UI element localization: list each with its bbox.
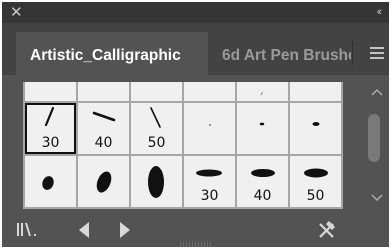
brush-stroke-preview — [259, 122, 265, 126]
tab-label: Artistic_Calligraphic — [30, 47, 181, 64]
previous-library-icon[interactable] — [77, 221, 91, 239]
brush-swatch-30-selected[interactable]: 30 — [25, 103, 76, 154]
brush-swatch[interactable] — [131, 156, 182, 207]
resize-grip[interactable] — [180, 242, 212, 247]
brush-swatch[interactable] — [290, 103, 341, 154]
brush-swatch[interactable] — [131, 82, 182, 101]
tab-strip: Artistic_Calligraphic 6d Art Pen Brushes — [2, 23, 389, 75]
brush-stroke-preview — [209, 124, 211, 126]
panel-title-bar: ✕ ‹‹ — [2, 2, 389, 23]
remove-brush-stroke-icon[interactable] — [317, 220, 337, 240]
brush-size-label: 50 — [306, 188, 325, 204]
brush-swatch[interactable] — [184, 82, 235, 101]
tab-label: 6d Art Pen Brushes — [222, 47, 351, 64]
brush-libraries-menu-icon[interactable] — [16, 221, 42, 239]
brush-swatch-30[interactable]: 30 — [184, 156, 235, 207]
brush-stroke-preview — [42, 176, 54, 190]
brush-stroke-preview — [96, 171, 112, 193]
tab-6d-art-pen-brushes[interactable]: 6d Art Pen Brushes — [208, 32, 351, 75]
brush-size-label: 50 — [147, 135, 166, 151]
brush-size-label: 40 — [94, 135, 113, 151]
brush-swatch-40[interactable]: 40 — [237, 156, 288, 207]
brush-stroke-preview — [312, 122, 320, 126]
scrollbar-thumb[interactable] — [368, 114, 380, 162]
scroll-down-icon[interactable] — [369, 192, 385, 204]
collapse-panel-icon[interactable]: ‹‹ — [377, 6, 383, 18]
brush-swatch[interactable] — [237, 82, 288, 101]
brush-swatch[interactable] — [290, 82, 341, 101]
brush-swatch[interactable] — [25, 82, 76, 101]
panel-menu-icon[interactable] — [370, 47, 384, 59]
brush-size-label: 40 — [253, 188, 272, 204]
brush-swatch-50[interactable]: 50 — [290, 156, 341, 207]
brush-size-label: 30 — [200, 188, 219, 204]
brush-swatch[interactable] — [78, 82, 129, 101]
brush-stroke-preview — [260, 91, 263, 96]
brush-swatch[interactable] — [78, 156, 129, 207]
brush-size-label: 30 — [41, 135, 60, 151]
brush-stroke-preview — [148, 166, 164, 198]
brush-grid-viewport: 30 40 50 30 40 50 — [23, 82, 359, 210]
brushes-panel: ✕ ‹‹ Artistic_Calligraphic 6d Art Pen Br… — [2, 2, 389, 247]
close-icon[interactable]: ✕ — [10, 4, 23, 21]
brush-swatch-40[interactable]: 40 — [78, 103, 129, 154]
tab-artistic-calligraphic[interactable]: Artistic_Calligraphic — [16, 32, 208, 75]
brush-swatch[interactable] — [184, 103, 235, 154]
brush-swatch[interactable] — [25, 156, 76, 207]
next-library-icon[interactable] — [118, 221, 132, 239]
scroll-up-icon[interactable] — [369, 86, 385, 98]
brush-swatch[interactable] — [237, 103, 288, 154]
tab-divider — [352, 41, 353, 65]
brush-grid: 30 40 50 30 40 50 — [23, 82, 343, 209]
brush-swatch-50[interactable]: 50 — [131, 103, 182, 154]
